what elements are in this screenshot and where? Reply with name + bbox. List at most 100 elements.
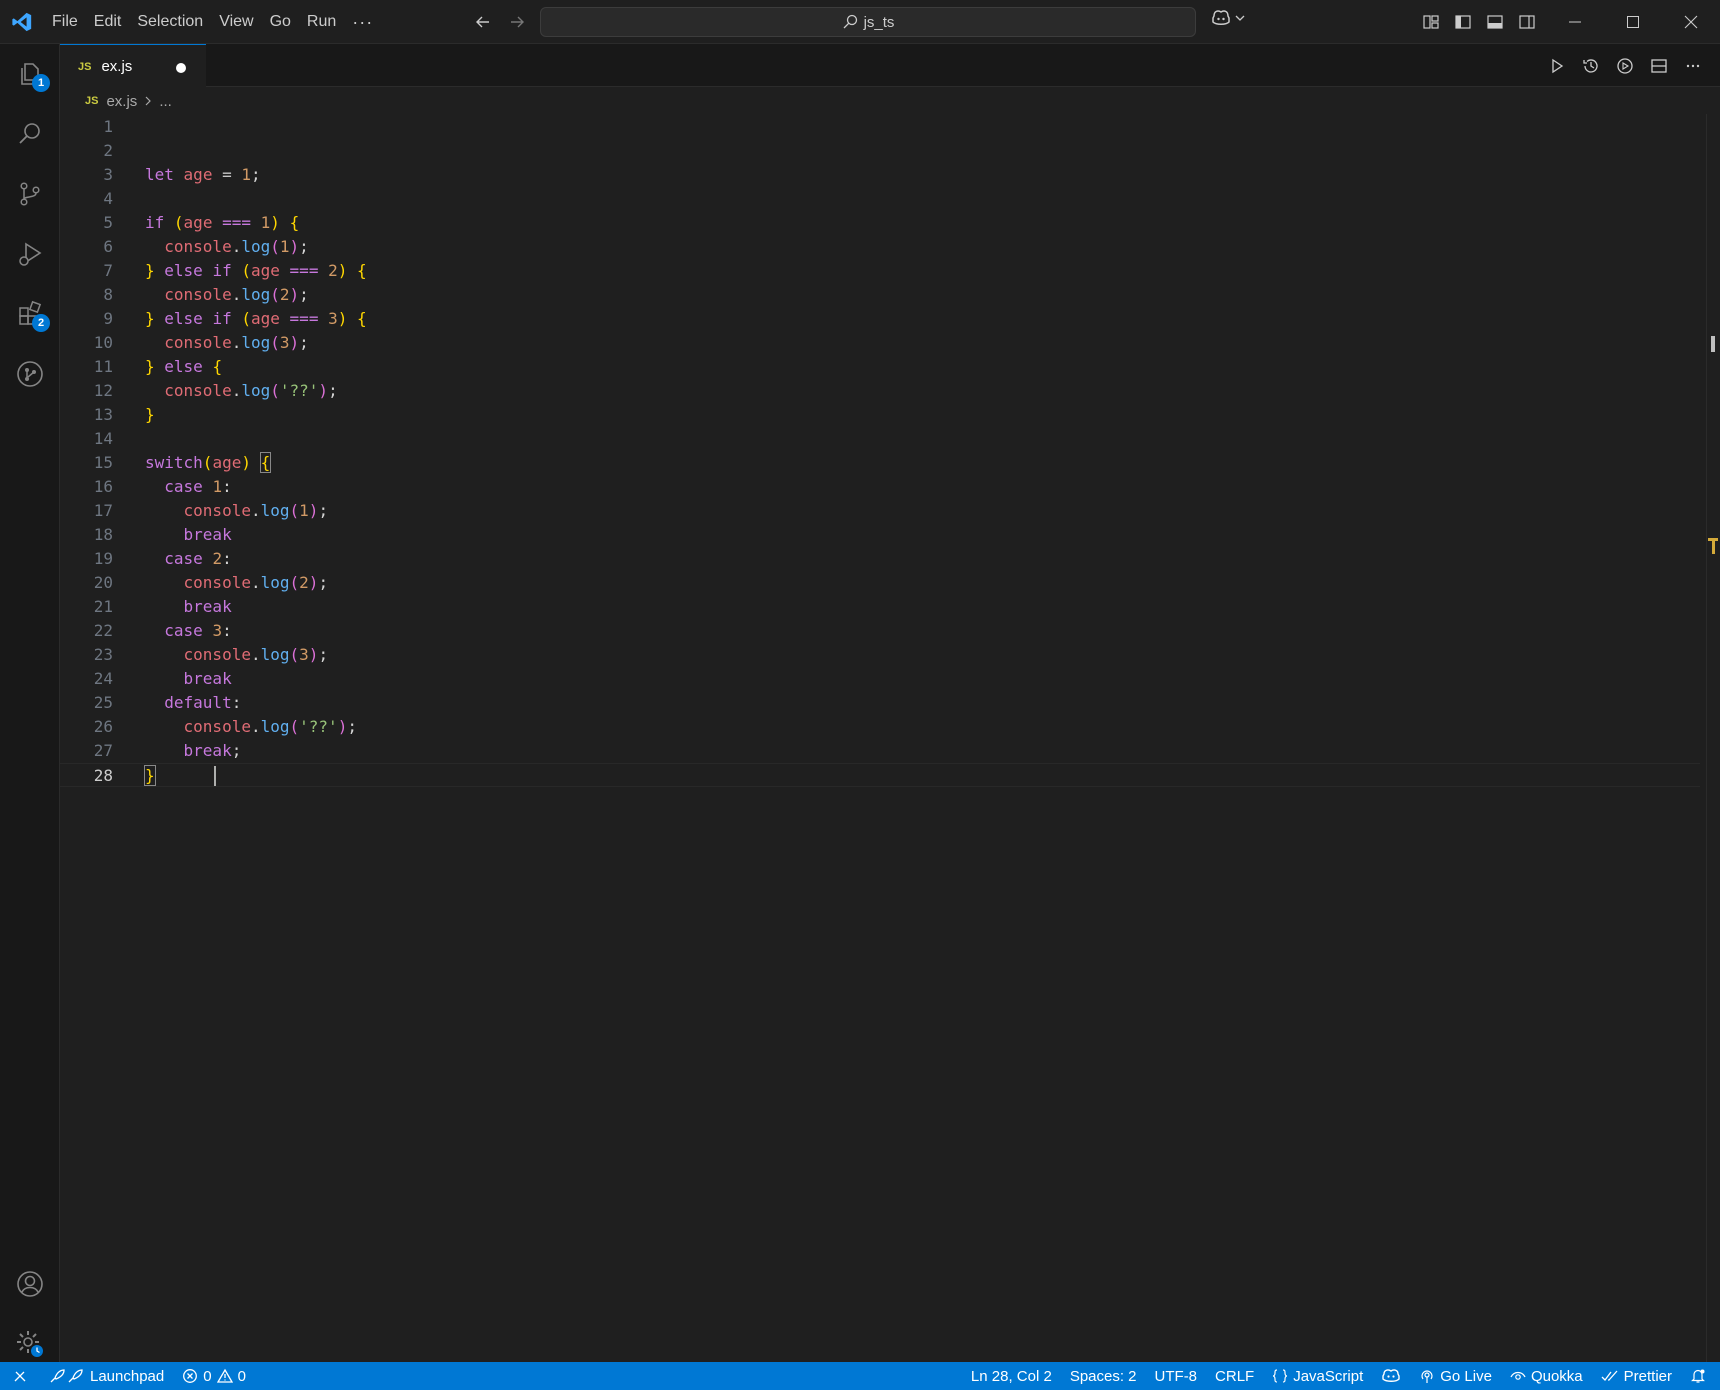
code-line: 15 switch(age) { bbox=[60, 451, 1700, 475]
code-text: case 1: bbox=[164, 477, 232, 496]
menu-more-button[interactable]: ··· bbox=[344, 8, 381, 36]
explorer-icon[interactable]: 1 bbox=[0, 44, 60, 104]
extensions-icon[interactable]: 2 bbox=[0, 284, 60, 344]
unsaved-dot-icon[interactable] bbox=[176, 63, 186, 73]
remote-window-button[interactable] bbox=[0, 1362, 40, 1390]
code-line: 10 console.log(3); bbox=[60, 331, 1700, 355]
split-editor-icon[interactable] bbox=[1644, 52, 1674, 80]
launchpad-label: Launchpad bbox=[90, 1367, 165, 1385]
run-circle-icon[interactable] bbox=[1610, 52, 1640, 80]
file-encoding[interactable]: UTF-8 bbox=[1146, 1362, 1207, 1390]
menu-view[interactable]: View bbox=[211, 8, 261, 36]
eye-icon bbox=[1510, 1368, 1526, 1384]
editor-scrollbar[interactable] bbox=[1706, 114, 1720, 1362]
go-live-button[interactable]: Go Live bbox=[1410, 1362, 1501, 1390]
line-number: 6 bbox=[103, 237, 113, 256]
quokka-button[interactable]: Quokka bbox=[1501, 1362, 1592, 1390]
copilot-icon bbox=[1381, 1368, 1401, 1384]
menu-edit[interactable]: Edit bbox=[86, 8, 130, 36]
breadcrumb-file[interactable]: ex.js bbox=[106, 93, 137, 110]
javascript-file-icon: JS bbox=[78, 60, 92, 73]
activity-bar: 1 2 bbox=[0, 44, 60, 1362]
line-number: 25 bbox=[93, 693, 113, 712]
problems-button[interactable]: 0 0 bbox=[173, 1362, 255, 1390]
command-center-search[interactable]: js_ts bbox=[540, 7, 1196, 37]
line-number: 24 bbox=[93, 669, 113, 688]
copilot-status-button[interactable] bbox=[1372, 1362, 1410, 1390]
command-center-label: js_ts bbox=[863, 13, 895, 31]
javascript-file-icon: JS bbox=[85, 95, 99, 107]
line-number: 20 bbox=[93, 573, 113, 592]
menu-file[interactable]: File bbox=[44, 8, 86, 36]
line-number: 9 bbox=[103, 309, 113, 328]
editor-actions bbox=[1542, 52, 1708, 80]
accounts-icon[interactable] bbox=[0, 1254, 60, 1314]
cursor-position[interactable]: Ln 28, Col 2 bbox=[962, 1362, 1061, 1390]
launchpad-button[interactable]: Launchpad bbox=[40, 1362, 173, 1390]
code-editor[interactable]: 1 2 3 let age = 1; 4 5 if (age === 1) { 6 … bbox=[60, 115, 1720, 1362]
editor-tab-bar: JS ex.js bbox=[60, 44, 1720, 88]
code-text: break; bbox=[183, 741, 242, 760]
toggle-secondary-sidebar-icon[interactable] bbox=[1512, 8, 1542, 36]
run-code-icon[interactable] bbox=[1542, 52, 1572, 80]
code-text: break bbox=[183, 525, 232, 544]
maximize-icon[interactable] bbox=[1604, 0, 1662, 44]
indentation-setting[interactable]: Spaces: 2 bbox=[1061, 1362, 1146, 1390]
code-text: console.log(1); bbox=[183, 501, 329, 520]
more-actions-icon[interactable] bbox=[1678, 52, 1708, 80]
copilot-menu-button[interactable] bbox=[1210, 8, 1246, 28]
rocket-icon bbox=[49, 1368, 85, 1384]
prettier-button[interactable]: Prettier bbox=[1592, 1362, 1681, 1390]
layout-controls bbox=[1416, 8, 1542, 36]
code-text: } bbox=[144, 765, 156, 786]
code-line: 22 case 3: bbox=[60, 619, 1700, 643]
line-number: 13 bbox=[93, 405, 113, 424]
code-text: case 3: bbox=[164, 621, 232, 640]
breadcrumb-symbols[interactable]: ... bbox=[159, 93, 172, 110]
code-text: } else if (age === 2) { bbox=[145, 261, 367, 280]
code-text: console.log('??'); bbox=[164, 381, 338, 400]
line-number: 1 bbox=[103, 117, 113, 136]
menu-bar: File Edit Selection View Go Run ··· bbox=[44, 0, 381, 44]
forward-arrow-icon[interactable] bbox=[502, 8, 532, 36]
language-mode-button[interactable]: JavaScript bbox=[1263, 1362, 1372, 1390]
scrollbar-cursor-marker bbox=[1711, 336, 1715, 352]
menu-run[interactable]: Run bbox=[299, 8, 344, 36]
line-number: 27 bbox=[93, 741, 113, 760]
code-text: } else if (age === 3) { bbox=[145, 309, 367, 328]
extensions-badge: 2 bbox=[32, 314, 50, 332]
gitlens-icon[interactable] bbox=[0, 344, 60, 404]
toggle-primary-sidebar-icon[interactable] bbox=[1448, 8, 1478, 36]
customize-layout-icon[interactable] bbox=[1416, 8, 1446, 36]
source-control-icon[interactable] bbox=[0, 164, 60, 224]
close-icon[interactable] bbox=[1662, 0, 1720, 44]
end-of-line[interactable]: CRLF bbox=[1206, 1362, 1263, 1390]
status-bar: Launchpad 0 0 Ln 28, Col 2 Spaces: 2 UTF… bbox=[0, 1362, 1720, 1390]
run-debug-icon[interactable] bbox=[0, 224, 60, 284]
code-text: console.log(2); bbox=[183, 573, 329, 592]
broadcast-icon bbox=[1419, 1368, 1435, 1384]
menu-go[interactable]: Go bbox=[262, 8, 299, 36]
search-view-icon[interactable] bbox=[0, 104, 60, 164]
timeline-history-icon[interactable] bbox=[1576, 52, 1606, 80]
code-line: 12 console.log('??'); bbox=[60, 379, 1700, 403]
line-number: 14 bbox=[93, 429, 113, 448]
menu-selection[interactable]: Selection bbox=[129, 8, 211, 36]
minimize-icon[interactable] bbox=[1546, 0, 1604, 44]
code-text: console.log(3); bbox=[183, 645, 329, 664]
back-arrow-icon[interactable] bbox=[468, 8, 498, 36]
code-line: 2 bbox=[60, 139, 1700, 163]
breadcrumb: JS ex.js ... bbox=[60, 88, 1720, 114]
code-text: } bbox=[145, 405, 155, 424]
notifications-button[interactable] bbox=[1681, 1362, 1720, 1390]
remote-icon bbox=[12, 1368, 28, 1384]
code-text: console.log(3); bbox=[164, 333, 309, 352]
line-number: 19 bbox=[93, 549, 113, 568]
search-icon bbox=[842, 14, 858, 30]
toggle-panel-icon[interactable] bbox=[1480, 8, 1510, 36]
code-line: 11} else { bbox=[60, 355, 1700, 379]
tab-ex-js[interactable]: JS ex.js bbox=[60, 44, 206, 88]
line-number: 18 bbox=[93, 525, 113, 544]
explorer-badge: 1 bbox=[32, 74, 50, 92]
line-number: 11 bbox=[93, 357, 113, 376]
